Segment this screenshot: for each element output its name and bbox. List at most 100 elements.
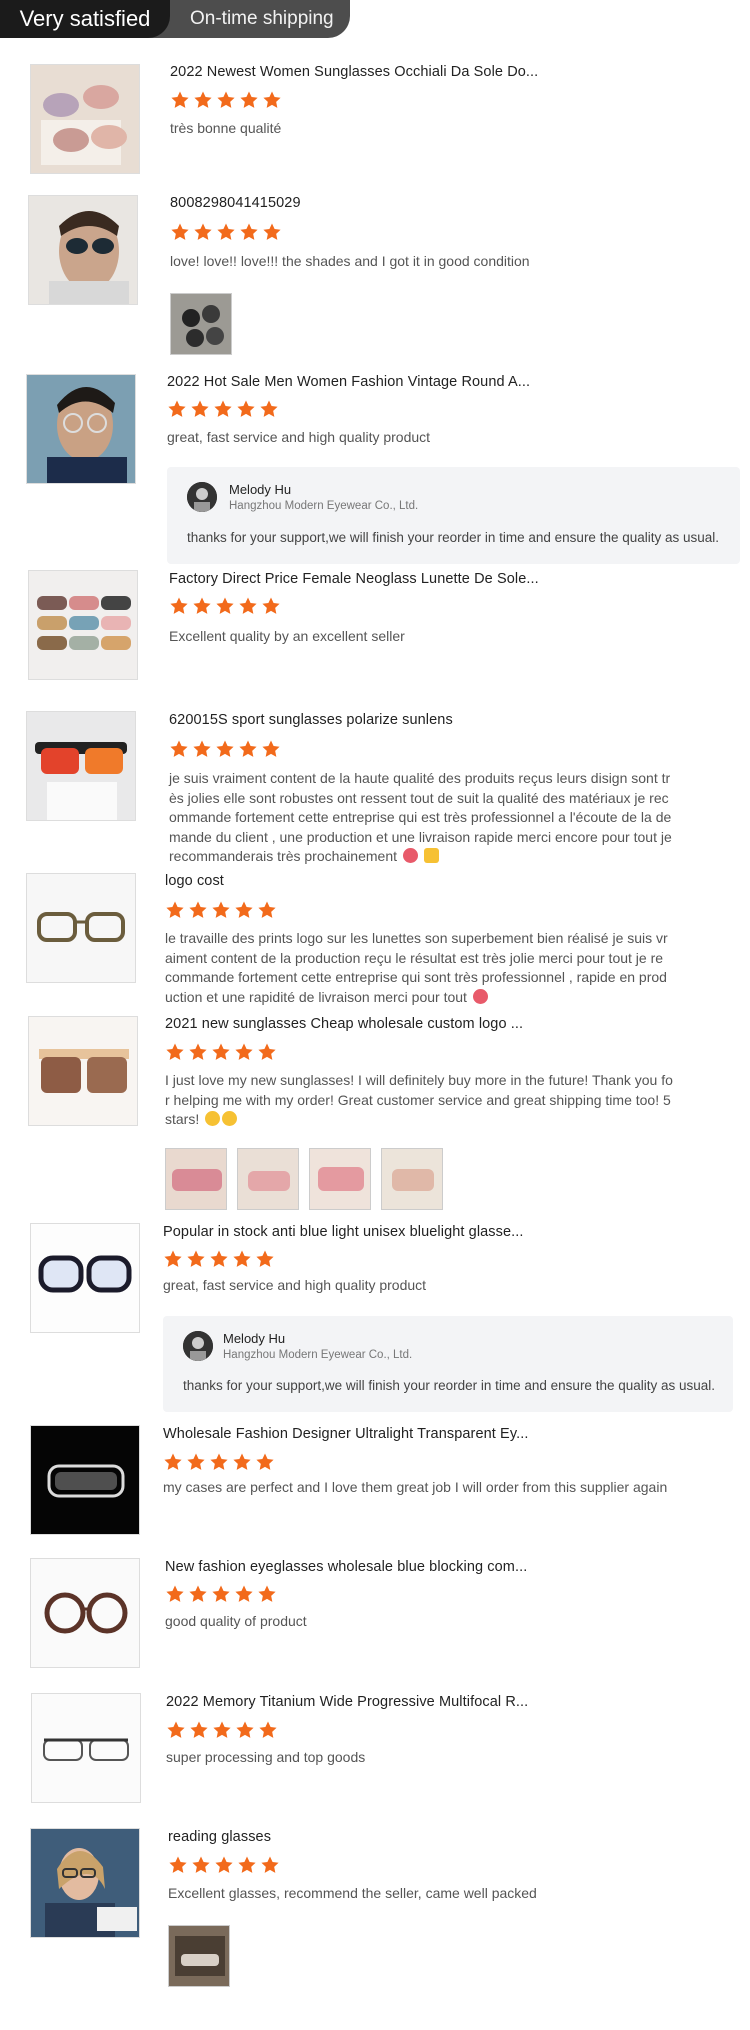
star-icon [165,900,185,920]
star-icon [188,900,208,920]
star-icon [238,739,258,759]
star-icon [239,90,259,110]
star-icon [169,596,189,616]
star-icon [258,1720,278,1740]
review-comment: love! love!! love!!! the shades and I go… [170,253,530,269]
thumbs-up-icon [423,848,439,863]
star-icon [193,222,213,242]
star-icon [212,1720,232,1740]
product-title[interactable]: 2022 Memory Titanium Wide Progressive Mu… [166,1694,528,1710]
review-comment: I just love my new sunglasses! I will de… [165,1072,673,1127]
tab-on-time-shipping[interactable]: On-time shipping [170,8,334,30]
product-thumbnail[interactable] [30,1558,140,1668]
star-icon [192,739,212,759]
review-comment: Excellent glasses, recommend the seller,… [168,1885,537,1901]
product-title[interactable]: 2021 new sunglasses Cheap wholesale cust… [165,1016,523,1032]
review-photo[interactable] [165,1148,227,1210]
review-photo[interactable] [168,1925,230,1987]
rating-stars [163,1249,275,1269]
star-icon [163,1452,183,1472]
star-icon [214,1855,234,1875]
star-icon [215,596,235,616]
seller-name: Melody Hu [229,482,292,497]
review-photo[interactable] [170,293,232,355]
star-icon [215,739,235,759]
star-icon [232,1249,252,1269]
star-icon [211,900,231,920]
star-icon [211,1042,231,1062]
product-title[interactable]: reading glasses [168,1829,271,1845]
review-comment: good quality of product [165,1613,307,1629]
star-icon [169,739,189,759]
seller-company: Hangzhou Modern Eyewear Co., Ltd. [229,500,419,512]
product-thumbnail[interactable] [28,570,138,680]
product-thumbnail[interactable] [30,1223,140,1333]
review-photo[interactable] [381,1148,443,1210]
star-icon [255,1249,275,1269]
star-icon [188,1042,208,1062]
product-thumbnail[interactable] [30,1425,140,1535]
star-icon [193,90,213,110]
star-icon [188,1584,208,1604]
star-icon [190,399,210,419]
seller-reply: Melody Hu Hangzhou Modern Eyewear Co., L… [163,1316,733,1412]
seller-name: Melody Hu [223,1331,286,1346]
star-icon [163,1249,183,1269]
review-comment: super processing and top goods [166,1749,366,1765]
star-icon [165,1042,185,1062]
product-thumbnail[interactable] [30,1828,140,1938]
product-title[interactable]: 8008298041415029 [170,195,301,211]
rose-emoji-icon [402,848,418,863]
seller-avatar [187,482,217,512]
star-icon [213,399,233,419]
seller-reply: Melody Hu Hangzhou Modern Eyewear Co., L… [167,467,740,564]
review-comment: le travaille des prints logo sur les lun… [165,930,668,1005]
review-photo[interactable] [237,1148,299,1210]
star-icon [166,1720,186,1740]
star-icon [170,222,190,242]
product-title[interactable]: New fashion eyeglasses wholesale blue bl… [165,1559,527,1575]
star-icon [257,1584,277,1604]
star-icon [234,1584,254,1604]
rating-stars [166,1720,278,1740]
star-icon [216,222,236,242]
product-thumbnail[interactable] [28,1016,138,1126]
star-icon [262,222,282,242]
star-icon [234,900,254,920]
filter-tabs: Very satisfied On-time shipping [0,0,350,38]
product-title[interactable]: Wholesale Fashion Designer Ultralight Tr… [163,1426,528,1442]
star-icon [235,1720,255,1740]
star-icon [165,1584,185,1604]
rating-stars [165,1042,277,1062]
star-icon [238,596,258,616]
product-title[interactable]: logo cost [165,873,224,889]
review-comment: je suis vraiment content de la haute qua… [169,770,672,864]
rating-stars [163,1452,275,1472]
star-icon [261,739,281,759]
review-comment: great, fast service and high quality pro… [167,429,431,445]
star-icon [209,1249,229,1269]
product-thumbnail[interactable] [26,873,136,983]
star-icon [232,1452,252,1472]
product-thumbnail[interactable] [30,64,140,174]
rose-emoji-icon [472,988,488,1004]
product-thumbnail[interactable] [28,195,138,305]
product-title[interactable]: 2022 Hot Sale Men Women Fashion Vintage … [167,374,530,390]
seller-reply-text: thanks for your support,we will finish y… [183,1378,716,1393]
product-thumbnail[interactable] [26,374,136,484]
star-icon [189,1720,209,1740]
tab-very-satisfied[interactable]: Very satisfied [0,0,170,38]
star-icon [170,90,190,110]
seller-reply-text: thanks for your support,we will finish y… [187,530,720,545]
rating-stars [165,900,277,920]
star-icon [259,399,279,419]
wink-emoji-icon [222,1111,238,1126]
product-thumbnail[interactable] [26,711,136,821]
product-title[interactable]: 620015S sport sunglasses polarize sunlen… [169,712,453,728]
review-photo[interactable] [309,1148,371,1210]
product-title[interactable]: Popular in stock anti blue light unisex … [163,1224,524,1240]
product-title[interactable]: 2022 Newest Women Sunglasses Occhiali Da… [170,64,538,80]
review-comment: my cases are perfect and I love them gre… [163,1479,668,1495]
product-thumbnail[interactable] [31,1693,141,1803]
product-title[interactable]: Factory Direct Price Female Neoglass Lun… [169,571,539,587]
